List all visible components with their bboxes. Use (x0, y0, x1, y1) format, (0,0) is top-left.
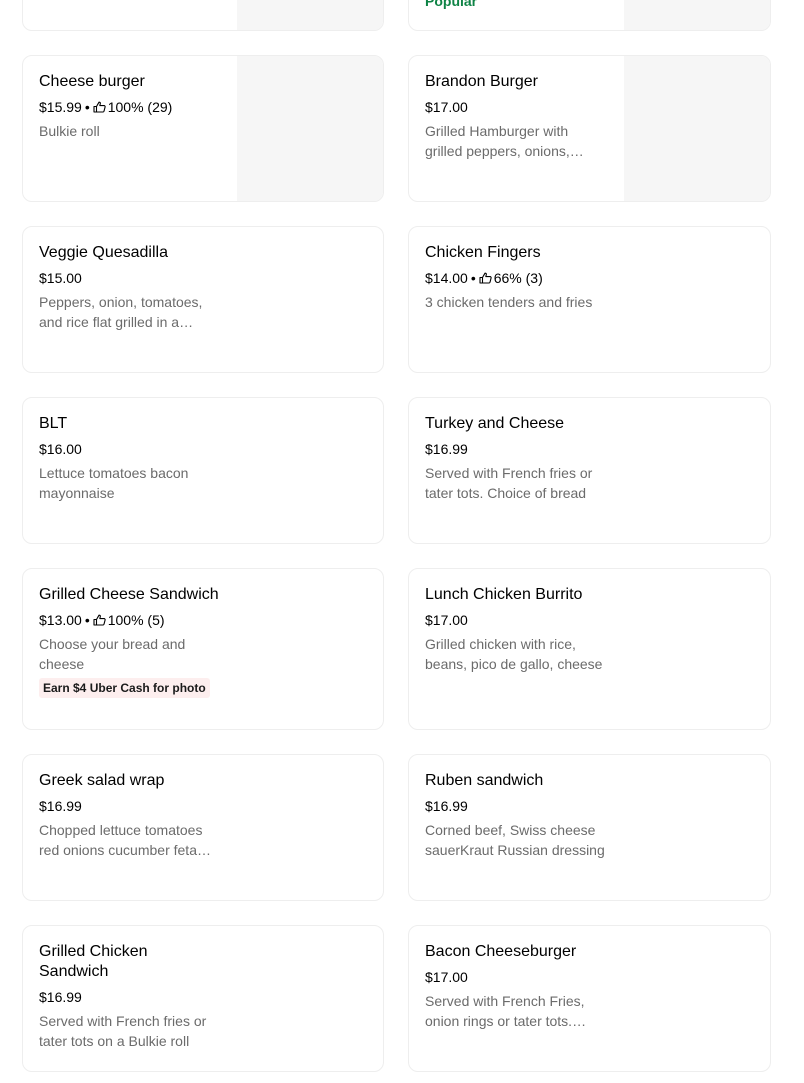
menu-item-description: Corned beef, Swiss cheese sauerKraut Rus… (425, 822, 605, 858)
meta-separator: • (84, 612, 90, 628)
menu-item-body: Bacon Cheeseburger $17.00 Served with Fren… (425, 942, 605, 1031)
meta-separator: • (84, 99, 90, 115)
menu-item-card-top-right[interactable]: Popular (408, 0, 771, 31)
menu-item-meta: $15.99 • 100% (29) (39, 97, 219, 117)
meta-separator: • (470, 270, 476, 286)
popular-badge: Popular (425, 0, 478, 9)
promo-badge: Earn $4 Uber Cash for photo (39, 678, 210, 698)
menu-item-description: Peppers, onion, tomatoes, and rice flat … (39, 294, 203, 330)
menu-item-title: Bacon Cheeseburger (425, 943, 577, 960)
menu-item-body: Lunch Chicken Burrito $17.00 Grilled chick… (425, 585, 605, 674)
menu-item-title: Brandon Burger (425, 73, 538, 90)
thumbs-up-icon (93, 614, 106, 626)
menu-item-card-top-left[interactable] (22, 0, 384, 31)
menu-item-body: BLT $16.00 Lettuce tomatoes bacon mayonnai… (39, 414, 219, 503)
menu-item-card[interactable]: Greek salad wrap $16.99 Chopped lettuce to… (22, 754, 384, 901)
menu-item-title: Veggie Quesadilla (39, 244, 168, 261)
menu-item-price: $14.00 (425, 270, 468, 286)
menu-item-price: $16.99 (39, 989, 82, 1005)
menu-item-description: Served with French Fries, onion rings or… (425, 993, 585, 1029)
menu-item-description: Grilled Hamburger with grilled peppers, … (425, 123, 570, 159)
menu-item-description: Choose your bread and cheese (39, 636, 186, 672)
menu-item-title: BLT (39, 415, 68, 432)
menu-item-price: $17.00 (425, 612, 468, 628)
menu-item-card[interactable]: Cheese burger $15.99 • 100% (29) Bulkie roll (22, 55, 384, 202)
menu-item-title: Grilled Chicken Sandwich (39, 943, 148, 980)
menu-item-price: $16.00 (39, 441, 82, 457)
thumbs-up-icon (479, 272, 492, 284)
menu-item-description: 3 chicken tenders and fries (425, 294, 593, 310)
menu-item-price: $15.00 (39, 270, 82, 286)
menu-item-body: Greek salad wrap $16.99 Chopped lettuce to… (39, 771, 219, 860)
menu-item-card[interactable]: Grilled Cheese Sandwich $13.00 • 100% (5) Ch… (22, 568, 384, 730)
menu-item-meta: $13.00 • 100% (5) (39, 610, 219, 630)
menu-item-meta: $17.00 (425, 97, 605, 117)
menu-item-title: Lunch Chicken Burrito (425, 586, 583, 603)
menu-item-body: Chicken Fingers $14.00 • 66% (3) 3 chicken t… (425, 243, 605, 312)
menu-item-body: Turkey and Cheese $16.99 Served with Frenc… (425, 414, 605, 503)
menu-item-body: Grilled Cheese Sandwich $13.00 • 100% (5) Ch… (39, 585, 219, 698)
menu-item-description: Chopped lettuce tomatoes red onions cucu… (39, 822, 203, 858)
menu-item-card[interactable]: Brandon Burger $17.00 Grilled Hamburger wi… (408, 55, 771, 202)
menu-item-card[interactable]: Ruben sandwich $16.99 Corned beef, Swiss c… (408, 754, 771, 901)
menu-item-meta: $17.00 (425, 610, 605, 630)
menu-item-description: Served with French fries or tater tots o… (39, 1013, 207, 1049)
menu-item-meta: $16.00 (39, 439, 219, 459)
menu-item-card[interactable]: BLT $16.00 Lettuce tomatoes bacon mayonnai… (22, 397, 384, 544)
menu-item-image (624, 56, 770, 201)
menu-item-title: Greek salad wrap (39, 772, 165, 789)
menu-item-card[interactable]: Turkey and Cheese $16.99 Served with Frenc… (408, 397, 771, 544)
menu-item-body: Brandon Burger $17.00 Grilled Hamburger wi… (425, 72, 605, 161)
menu-item-title: Cheese burger (39, 73, 145, 90)
menu-item-meta: $16.99 (425, 796, 605, 816)
menu-item-description: Bulkie roll (39, 123, 100, 139)
menu-item-meta: $17.00 (425, 967, 605, 987)
menu-item-title: Chicken Fingers (425, 244, 541, 261)
menu-item-description: Served with French fries or tater tots. … (425, 465, 593, 501)
menu-item-card[interactable]: Chicken Fingers $14.00 • 66% (3) 3 chicken t… (408, 226, 771, 373)
menu-item-body: Grilled Chicken Sandwich $16.99 Served wit… (39, 942, 219, 1051)
menu-item-price: $16.99 (39, 798, 82, 814)
menu-item-price: $16.99 (425, 798, 468, 814)
menu-item-description: Lettuce tomatoes bacon mayonnaise (39, 465, 189, 501)
menu-item-meta: $15.00 (39, 268, 219, 288)
menu-item-meta: $16.99 (425, 439, 605, 459)
menu-item-body: Veggie Quesadilla $15.00 Peppers, onion, t… (39, 243, 219, 332)
menu-item-price: $16.99 (425, 441, 468, 457)
menu-item-title: Turkey and Cheese (425, 415, 565, 432)
menu-item-image (237, 0, 383, 30)
menu-item-title: Ruben sandwich (425, 772, 544, 789)
menu-item-description: Grilled chicken with rice, beans, pico d… (425, 636, 603, 672)
menu-item-card[interactable]: Grilled Chicken Sandwich $16.99 Served wit… (22, 925, 384, 1072)
menu-item-rating: 100% (5) (107, 612, 165, 628)
menu-item-rating: 66% (3) (493, 270, 543, 286)
menu-item-price: $13.00 (39, 612, 82, 628)
menu-item-price: $15.99 (39, 99, 82, 115)
menu-item-card[interactable]: Bacon Cheeseburger $17.00 Served with Fren… (408, 925, 771, 1072)
menu-item-price: $17.00 (425, 969, 468, 985)
menu-item-meta: $16.99 (39, 987, 219, 1007)
thumbs-up-icon (93, 101, 106, 113)
menu-item-rating: 100% (29) (107, 99, 173, 115)
menu-item-meta: $14.00 • 66% (3) (425, 268, 605, 288)
menu-item-image (624, 0, 770, 30)
menu-item-meta: $16.99 (39, 796, 219, 816)
menu-item-title: Grilled Cheese Sandwich (39, 586, 219, 603)
menu-item-body: Ruben sandwich $16.99 Corned beef, Swiss c… (425, 771, 605, 860)
menu-item-body: Cheese burger $15.99 • 100% (29) Bulkie roll (39, 72, 219, 141)
menu-item-card[interactable]: Lunch Chicken Burrito $17.00 Grilled chick… (408, 568, 771, 730)
menu-item-price: $17.00 (425, 99, 468, 115)
menu-item-card[interactable]: Veggie Quesadilla $15.00 Peppers, onion, t… (22, 226, 384, 373)
menu-item-image (237, 56, 383, 201)
